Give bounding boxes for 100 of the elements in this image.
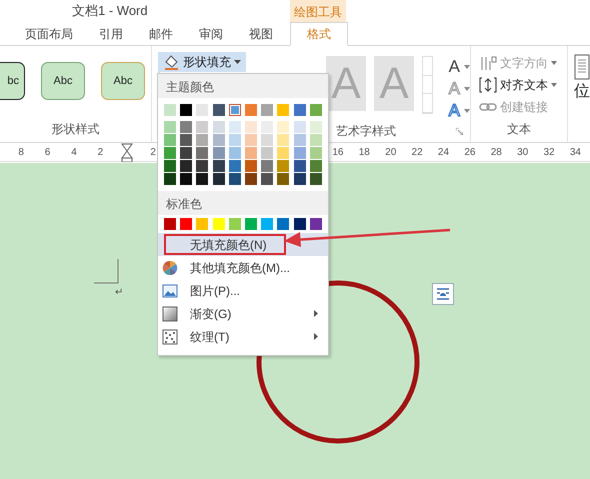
color-swatch[interactable]	[277, 147, 290, 159]
color-swatch[interactable]	[164, 134, 176, 146]
color-swatch[interactable]	[164, 218, 176, 230]
style-thumbnail[interactable]: bc	[0, 62, 25, 100]
color-swatch[interactable]	[310, 147, 322, 159]
color-swatch[interactable]	[196, 134, 208, 146]
color-swatch[interactable]	[212, 173, 225, 185]
color-swatch[interactable]	[244, 134, 257, 146]
color-swatch[interactable]	[294, 218, 306, 230]
color-swatch[interactable]	[261, 134, 274, 146]
color-swatch[interactable]	[261, 173, 274, 185]
color-swatch[interactable]	[212, 121, 225, 133]
color-swatch[interactable]	[164, 173, 176, 185]
color-swatch[interactable]	[212, 134, 225, 146]
color-swatch[interactable]	[294, 160, 306, 172]
color-swatch[interactable]	[277, 104, 290, 116]
color-swatch[interactable]	[244, 104, 257, 116]
menu-section-header: 标准色	[158, 191, 328, 215]
color-swatch[interactable]	[310, 173, 322, 185]
shape-fill-button[interactable]: 形状填充	[158, 52, 246, 72]
color-swatch[interactable]	[196, 147, 208, 159]
color-swatch[interactable]	[228, 160, 241, 172]
color-swatch[interactable]	[164, 121, 176, 133]
caret-icon	[464, 87, 470, 91]
color-swatch[interactable]	[212, 104, 225, 116]
dialog-launcher-icon[interactable]	[456, 128, 463, 134]
menu-item[interactable]: 其他填充颜色(M)...	[158, 256, 328, 279]
color-swatch[interactable]	[212, 160, 225, 172]
ribbon-tab[interactable]: 视图	[236, 22, 286, 45]
gallery-scrollbar[interactable]	[422, 56, 433, 114]
color-swatch[interactable]	[244, 218, 257, 230]
color-swatch[interactable]	[180, 173, 192, 185]
color-swatch[interactable]	[261, 160, 274, 172]
ribbon-tab[interactable]: 页面布局	[12, 22, 86, 45]
menu-item[interactable]: 纹理(T)	[158, 325, 328, 348]
color-swatch[interactable]	[277, 121, 290, 133]
color-swatch[interactable]	[294, 134, 306, 146]
color-swatch[interactable]	[180, 134, 192, 146]
color-swatch[interactable]	[196, 218, 208, 230]
color-swatch[interactable]	[277, 160, 290, 172]
color-swatch[interactable]	[244, 173, 257, 185]
color-swatch[interactable]	[244, 147, 257, 159]
color-swatch[interactable]	[294, 147, 306, 159]
layout-options-icon[interactable]	[432, 283, 454, 305]
indent-marker-icon[interactable]	[120, 142, 133, 162]
color-swatch[interactable]	[294, 121, 306, 133]
color-swatch[interactable]	[196, 121, 208, 133]
context-tab-header: 绘图工具	[290, 0, 346, 22]
color-swatch[interactable]	[196, 160, 208, 172]
color-swatch[interactable]	[228, 104, 241, 116]
color-swatch[interactable]	[310, 121, 322, 133]
color-swatch[interactable]	[212, 147, 225, 159]
align-text-icon	[478, 77, 497, 93]
color-swatch[interactable]	[180, 104, 192, 116]
color-swatch[interactable]	[228, 173, 241, 185]
color-swatch[interactable]	[196, 173, 208, 185]
ruler-number: 22	[410, 146, 424, 160]
color-swatch[interactable]	[212, 218, 225, 230]
ruler-number: 18	[358, 146, 371, 160]
color-swatch[interactable]	[261, 104, 274, 116]
color-swatch[interactable]	[261, 121, 274, 133]
ruler-number: 8	[17, 146, 25, 160]
color-swatch[interactable]	[164, 104, 176, 116]
ribbon-tab[interactable]: 引用	[86, 22, 136, 45]
position-icon	[574, 54, 590, 80]
color-swatch[interactable]	[310, 160, 322, 172]
color-swatch[interactable]	[228, 134, 241, 146]
color-swatch[interactable]	[261, 218, 274, 230]
color-swatch[interactable]	[164, 160, 176, 172]
color-swatch[interactable]	[310, 104, 322, 116]
menu-item[interactable]: 图片(P)...	[158, 279, 328, 302]
color-swatch[interactable]	[244, 160, 257, 172]
color-wheel-icon	[162, 260, 178, 276]
color-swatch[interactable]	[277, 134, 290, 146]
color-swatch[interactable]	[244, 121, 257, 133]
style-thumbnail[interactable]: Abc	[41, 62, 85, 100]
color-swatch[interactable]	[228, 218, 241, 230]
color-swatch[interactable]	[261, 147, 274, 159]
color-swatch[interactable]	[310, 134, 322, 146]
color-swatch[interactable]	[180, 121, 192, 133]
color-swatch[interactable]	[228, 121, 241, 133]
ribbon-tab[interactable]: 邮件	[136, 22, 186, 45]
color-swatch[interactable]	[180, 218, 192, 230]
caret-icon	[464, 109, 470, 113]
color-swatch[interactable]	[228, 147, 241, 159]
menu-item[interactable]: 渐变(G)	[158, 302, 328, 325]
color-swatch[interactable]	[294, 104, 306, 116]
color-swatch[interactable]	[180, 160, 192, 172]
style-thumbnail[interactable]: Abc	[101, 62, 145, 100]
color-swatch[interactable]	[277, 173, 290, 185]
color-swatch[interactable]	[196, 104, 208, 116]
button-label: 形状填充	[183, 54, 231, 71]
color-swatch[interactable]	[294, 173, 306, 185]
color-swatch[interactable]	[180, 147, 192, 159]
ribbon-button[interactable]: 对齐文本	[478, 74, 567, 96]
color-swatch[interactable]	[310, 218, 322, 230]
ribbon-tab[interactable]: 审阅	[186, 22, 236, 45]
text-effect-button[interactable]: A	[448, 56, 470, 78]
color-swatch[interactable]	[164, 147, 176, 159]
color-swatch[interactable]	[277, 218, 290, 230]
